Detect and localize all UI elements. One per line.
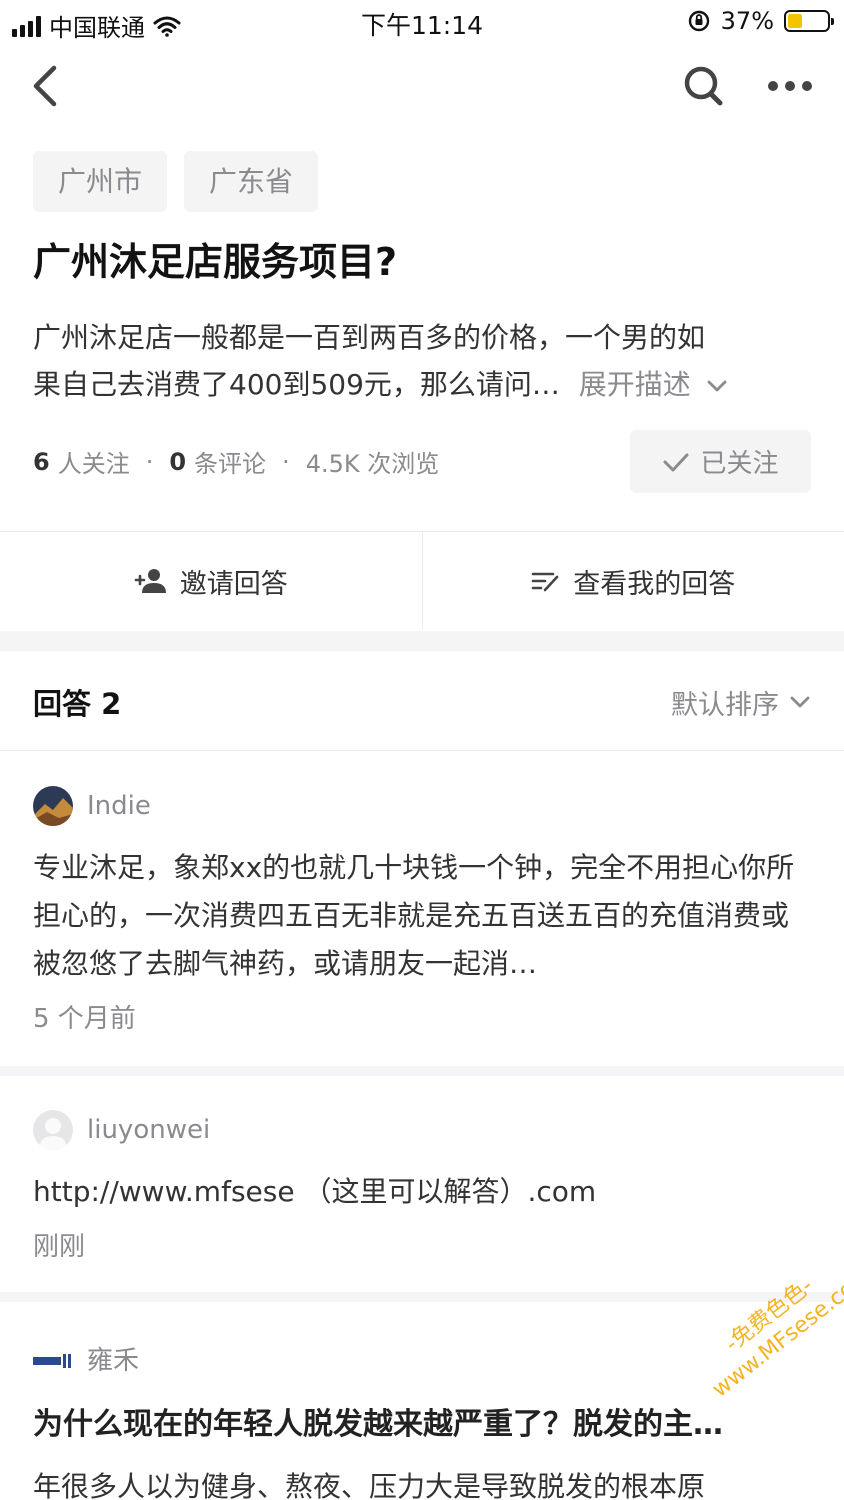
expand-description-link[interactable]: 展开描述	[579, 368, 728, 401]
meta-separator: ·	[282, 447, 290, 476]
author-name: liuyonwei	[87, 1115, 211, 1145]
answer-item[interactable]: liuyonwei http://www.mfsese （这里可以解答）.com…	[33, 1108, 813, 1263]
section-gap	[0, 1292, 844, 1302]
add-user-icon	[134, 569, 166, 593]
author-name: Indie	[87, 791, 151, 821]
description-line: 广州沐足店一般都是一百到两百多的价格，一个男的如	[33, 321, 706, 354]
followers-label: 人关注	[57, 450, 130, 478]
answer-time: 刚刚	[33, 1232, 86, 1262]
brand-logo	[33, 1348, 73, 1368]
comments-count: 0	[169, 447, 187, 476]
answer-author[interactable]: Indie	[33, 784, 813, 828]
recommended-text: 年很多人以为健身、熬夜、压力大是导致脱发的根本原	[33, 1470, 706, 1500]
description-text: 果自己去消费了400到509元，那么请问…	[33, 368, 560, 401]
question-meta: 6 人关注 · 0 条评论 · 4.5K 次浏览	[33, 444, 439, 479]
view-my-answer-label: 查看我的回答	[573, 568, 736, 600]
topic-tags: 广州市 广东省	[33, 151, 319, 212]
chevron-down-icon	[790, 696, 810, 708]
follow-label: 已关注	[700, 449, 779, 479]
edit-list-icon	[531, 572, 559, 592]
answers-title: 回答 2	[33, 687, 122, 721]
battery-percent: 37%	[720, 7, 774, 35]
view-my-answer-button[interactable]: 查看我的回答	[423, 532, 844, 630]
question-description[interactable]: 广州沐足店一般都是一百到两百多的价格，一个男的如 果自己去消费了400到509元…	[33, 314, 813, 408]
comments-label[interactable]: 条评论	[194, 444, 266, 479]
recommended-title: 为什么现在的年轻人脱发越来越严重了？脱发的主…	[33, 1407, 723, 1442]
divider	[0, 750, 844, 751]
topic-tag[interactable]: 广州市	[33, 151, 168, 212]
section-gap	[0, 1066, 844, 1076]
answer-item[interactable]: Indie 专业沐足，象郑xx的也就几十块钱一个钟，完全不用担心你所担心的，一次…	[33, 784, 813, 1035]
status-right: 37%	[687, 7, 834, 35]
followers-count: 6	[33, 447, 50, 476]
invite-answer-button[interactable]: 邀请回答	[0, 532, 422, 630]
description-line-2: 果自己去消费了400到509元，那么请问… 展开描述	[33, 361, 813, 408]
orientation-lock-icon	[688, 10, 709, 32]
answer-text: http://www.mfsese （这里可以解答）.com	[33, 1175, 597, 1208]
avatar	[33, 786, 73, 826]
question-title: 广州沐足店服务项目?	[33, 240, 398, 284]
chevron-down-icon	[707, 380, 727, 392]
battery-level	[788, 14, 803, 28]
answer-author[interactable]: liuyonwei	[33, 1108, 813, 1152]
action-bar: 邀请回答 查看我的回答	[0, 532, 844, 630]
check-icon	[663, 453, 689, 471]
expand-label: 展开描述	[578, 368, 691, 401]
back-button[interactable]	[26, 62, 66, 110]
answers-header: 回答 2 默认排序	[33, 676, 811, 728]
nav-bar	[0, 50, 844, 122]
section-gap	[0, 631, 844, 651]
author-name: 雍禾	[87, 1345, 140, 1376]
chevron-left-icon	[33, 65, 57, 107]
meta-separator: ·	[145, 447, 154, 476]
avatar	[33, 1110, 73, 1150]
sort-dropdown[interactable]: 默认排序	[671, 683, 811, 722]
battery-icon	[784, 10, 834, 32]
follow-button[interactable]: 已关注	[630, 430, 811, 493]
answer-time: 5 个月前	[33, 1004, 136, 1034]
invite-answer-label: 邀请回答	[179, 568, 288, 600]
views-count: 4.5K 次浏览	[305, 450, 440, 478]
search-button[interactable]	[680, 62, 726, 110]
more-icon	[768, 81, 812, 91]
status-bar: 中国联通 下午11:14 37%	[0, 0, 844, 44]
sort-label: 默认排序	[671, 689, 779, 721]
topic-tag[interactable]: 广东省	[184, 151, 319, 212]
more-button[interactable]	[764, 68, 816, 104]
search-icon	[684, 66, 723, 106]
answer-text: 专业沐足，象郑xx的也就几十块钱一个钟，完全不用担心你所担心的，一次消费四五百无…	[33, 851, 795, 980]
